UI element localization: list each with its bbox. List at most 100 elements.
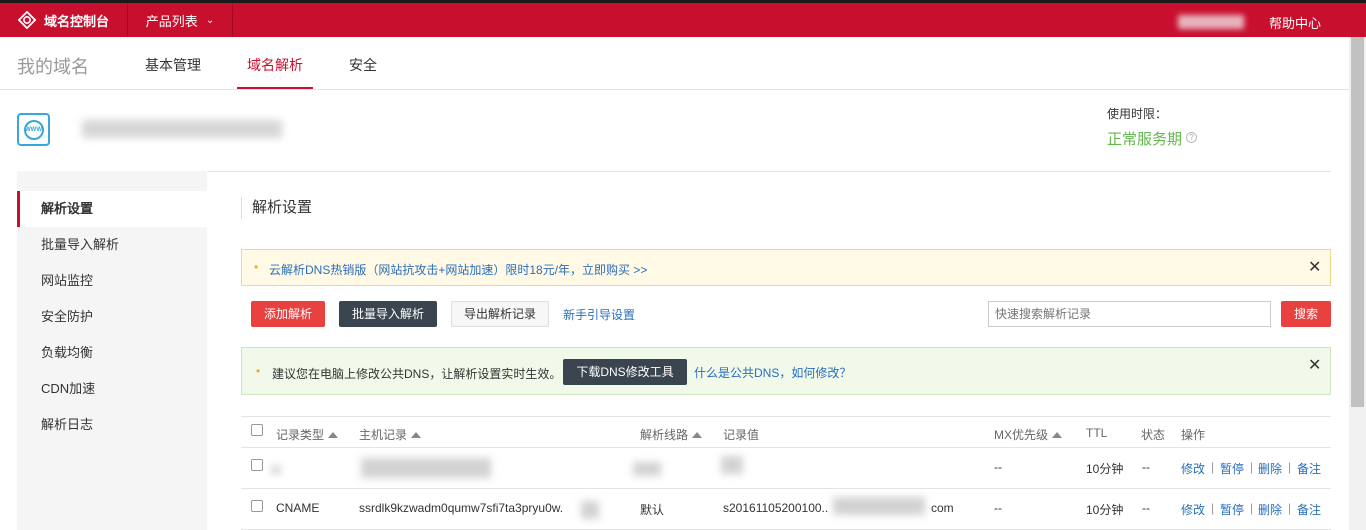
separator: | [1211,460,1215,474]
row-checkbox[interactable] [251,459,263,471]
table-row: -- 10分钟 -- 修改 | 暂停 | 删除 | 备注 [241,448,1331,489]
brand[interactable]: 域名控制台 [0,3,128,37]
add-record-button[interactable]: 添加解析 [251,301,325,327]
sidebar-item-site-monitor[interactable]: 网站监控 [17,263,207,299]
close-icon[interactable]: ✕ [1308,257,1321,277]
what-is-public-dns-link[interactable]: 什么是公共DNS，如何修改？ [694,364,851,381]
ttl: 10分钟 [1086,503,1124,517]
pause-link[interactable]: 暂停 [1220,460,1244,477]
export-records-button[interactable]: 导出解析记录 [451,301,549,327]
edit-link[interactable]: 修改 [1181,501,1205,518]
col-line-label: 解析线路 [640,428,689,442]
separator: | [1250,501,1254,515]
ttl: 10分钟 [1086,462,1124,476]
status: -- [1142,501,1150,515]
tab-dns-resolution[interactable]: 域名解析 [247,55,303,75]
delete-link[interactable]: 删除 [1258,501,1282,518]
col-status: 状态 [1141,428,1166,442]
col-actions: 操作 [1181,428,1206,442]
product-list-label: 产品列表 [145,13,198,29]
sidebar-item-dns-log[interactable]: 解析日志 [17,407,207,443]
separator: | [1288,501,1292,515]
sort-arrow-icon [692,432,703,438]
col-mx-label: MX优先级 [994,428,1049,442]
status: -- [1142,460,1150,474]
col-host-record-label: 主机记录 [359,428,408,442]
chevron-down-icon: ⌄ [205,14,215,26]
sub-nav: 我的域名 基本管理 域名解析 安全 [0,37,1349,90]
product-list-menu[interactable]: 产品列表 ⌄ [128,3,233,37]
bullet-icon: • [256,364,261,378]
sidebar: 解析设置 批量导入解析 网站监控 安全防护 负载均衡 CDN加速 解析日志 [17,171,207,530]
promo-notice: • 云解析DNS热销版（网站抗攻击+网站加速）限时18元/年，立即购买 >> ✕ [241,249,1331,286]
mx-priority: -- [994,501,1002,515]
dns-notice-text: 建议您在电脑上修改公共DNS，让解析设置实时生效。 [272,367,562,381]
col-record-value: 记录值 [723,428,760,442]
sort-arrow-icon [328,432,339,438]
col-line[interactable]: 解析线路 [640,426,703,443]
sidebar-item-cdn[interactable]: CDN加速 [17,371,207,407]
sidebar-item-load-balance[interactable]: 负载均衡 [17,335,207,371]
host-redacted [581,501,599,519]
sidebar-item-batch-import[interactable]: 批量导入解析 [17,227,207,263]
tab-basic-management[interactable]: 基本管理 [145,55,201,75]
user-name-redacted[interactable] [1178,15,1244,29]
top-bar: 域名控制台 产品列表 ⌄ 帮助中心 [0,0,1366,37]
page-scrollbar[interactable] [1349,37,1366,530]
bullet-icon: • [254,260,259,274]
col-record-type[interactable]: 记录类型 [276,426,339,443]
col-mx-priority[interactable]: MX优先级 [994,426,1063,443]
col-host-record[interactable]: 主机记录 [359,426,422,443]
separator: | [1250,460,1254,474]
separator: | [1288,460,1292,474]
www-icon: WWW [17,113,50,146]
select-all-checkbox[interactable] [251,424,263,436]
resolution-line: 默认 [640,503,665,517]
value-redacted [721,456,743,474]
sort-arrow-icon [411,432,422,438]
host-record: ssrdlk9kzwadm0qumw7sfi7ta3pryu0w. [359,501,564,515]
active-tab-indicator [237,87,313,89]
tab-security[interactable]: 安全 [349,55,377,75]
search-input[interactable] [988,301,1271,327]
domain-name-redacted [82,120,282,138]
col-ttl: TTL [1086,426,1108,440]
batch-import-button[interactable]: 批量导入解析 [339,301,437,327]
sidebar-item-security-protection[interactable]: 安全防护 [17,299,207,335]
expire-status: 正常服务期? [1107,128,1198,149]
header-divider [17,171,1331,172]
separator: | [1211,501,1215,515]
value-redacted [833,497,925,515]
my-domain-title[interactable]: 我的域名 [17,53,89,79]
expire-label: 使用时限： [1107,107,1168,121]
table-row: CNAME ssrdlk9kzwadm0qumw7sfi7ta3pryu0w. … [241,489,1331,530]
expire-status-text: 正常服务期 [1107,131,1183,148]
row-checkbox[interactable] [251,500,263,512]
promo-link[interactable]: 云解析DNS热销版（网站抗攻击+网站加速）限时18元/年，立即购买 >> [269,261,647,278]
section-title: 解析设置 [241,197,312,219]
record-value-prefix: s20161105200100.. [723,501,829,515]
record-type: CNAME [276,501,320,515]
public-dns-notice: • 建议您在电脑上修改公共DNS，让解析设置实时生效。 下载DNS修改工具 什么… [241,347,1331,395]
line-redacted [633,462,661,476]
guide-settings-link[interactable]: 新手引导设置 [563,306,635,323]
pause-link[interactable]: 暂停 [1220,501,1244,518]
search-button[interactable]: 搜索 [1281,301,1331,327]
sidebar-item-dns-settings[interactable]: 解析设置 [17,191,207,227]
col-record-type-label: 记录类型 [276,428,325,442]
note-link[interactable]: 备注 [1297,460,1321,477]
close-icon[interactable]: ✕ [1308,355,1321,375]
edit-link[interactable]: 修改 [1181,460,1205,477]
record-type-redacted [271,466,281,474]
logo-icon [18,11,36,29]
table-header: 记录类型 主机记录 解析线路 记录值 MX优先级 TTL 状态 操作 [241,416,1331,448]
note-link[interactable]: 备注 [1297,501,1321,518]
scrollbar-thumb[interactable] [1351,37,1364,407]
download-dns-tool-button[interactable]: 下载DNS修改工具 [563,359,687,385]
delete-link[interactable]: 删除 [1258,460,1282,477]
sort-arrow-icon [1052,432,1063,438]
brand-title: 域名控制台 [44,13,110,29]
help-center-link[interactable]: 帮助中心 [1269,13,1321,32]
host-redacted [361,458,491,478]
help-question-icon[interactable]: ? [1186,132,1198,143]
